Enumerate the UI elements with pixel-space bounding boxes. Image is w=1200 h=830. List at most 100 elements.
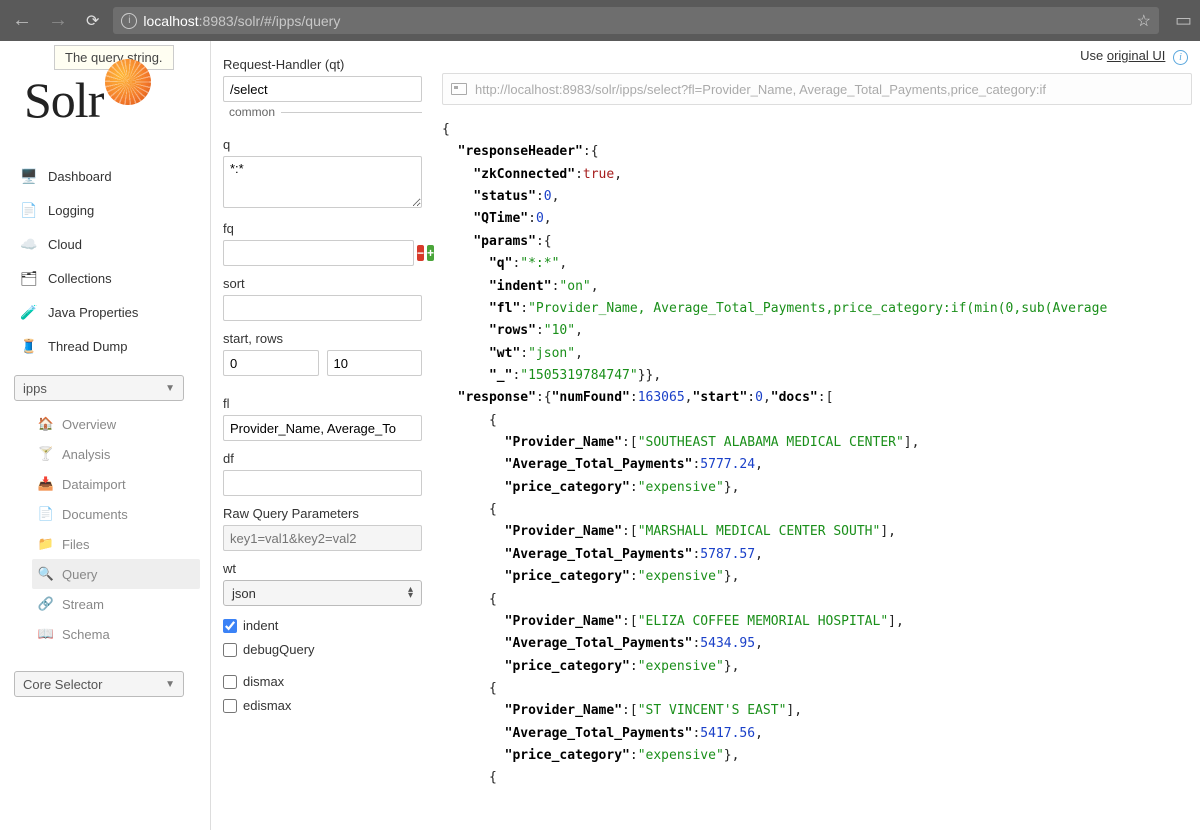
core-selector-dropdown[interactable]: Core Selector ▼ — [14, 671, 184, 697]
sidebar-item-label: Java Properties — [48, 305, 138, 320]
cloud-icon: ☁️ — [20, 235, 38, 253]
logging-icon: 📄 — [20, 201, 38, 219]
subnav-item-label: Schema — [62, 627, 110, 642]
java properties-icon: 🧪 — [20, 303, 38, 321]
q-input[interactable] — [223, 156, 422, 208]
subnav-item-schema[interactable]: 📖 Schema — [32, 619, 200, 649]
subnav-item-label: Files — [62, 537, 89, 552]
dismax-label: dismax — [243, 674, 284, 689]
solr-logo[interactable]: Solr — [24, 71, 200, 129]
df-input[interactable] — [223, 470, 422, 496]
edismax-checkbox-row[interactable]: edismax — [223, 698, 422, 713]
reload-button[interactable]: ⟳ — [80, 11, 105, 31]
core-selector-label: Core Selector — [23, 677, 102, 692]
sort-label: sort — [223, 276, 422, 291]
subnav-item-label: Stream — [62, 597, 104, 612]
fq-add-button[interactable]: + — [427, 245, 434, 261]
wt-select[interactable]: json ▴▾ — [223, 580, 422, 606]
result-url-text: http://localhost:8983/solr/ipps/select?f… — [475, 82, 1046, 97]
edismax-checkbox[interactable] — [223, 699, 237, 713]
sidebar-item-logging[interactable]: 📄 Logging — [14, 193, 200, 227]
subnav-item-files[interactable]: 📁 Files — [32, 529, 200, 559]
subnav-item-stream[interactable]: 🔗 Stream — [32, 589, 200, 619]
sidebar-item-label: Dashboard — [48, 169, 112, 184]
indent-checkbox-row[interactable]: indent — [223, 618, 422, 633]
chevron-updown-icon: ▴▾ — [408, 587, 413, 599]
site-info-icon[interactable]: i — [121, 13, 137, 29]
query-form-panel: Request-Handler (qt) common q fq − + sor… — [210, 41, 434, 830]
subnav-item-dataimport[interactable]: 📥 Dataimport — [32, 469, 200, 499]
json-response: { "responseHeader":{ "zkConnected":true,… — [442, 119, 1192, 790]
edismax-label: edismax — [243, 698, 291, 713]
cast-icon[interactable]: ▭ — [1175, 10, 1192, 31]
dismax-checkbox[interactable] — [223, 675, 237, 689]
wt-label: wt — [223, 561, 422, 576]
forward-button[interactable]: → — [44, 9, 72, 32]
fq-input[interactable] — [223, 240, 414, 266]
sidebar-item-label: Thread Dump — [48, 339, 127, 354]
url-path: /solr/#/ipps/query — [234, 13, 341, 29]
subnav-item-query[interactable]: 🔍Query — [32, 559, 200, 589]
core-dropdown[interactable]: ipps ▼ — [14, 375, 184, 401]
dismax-checkbox-row[interactable]: dismax — [223, 674, 422, 689]
sidebar-item-label: Collections — [48, 271, 112, 286]
subnav-item-documents[interactable]: 📄 Documents — [32, 499, 200, 529]
bookmark-star-icon[interactable]: ☆ — [1137, 11, 1151, 31]
analysis-icon: 🍸 — [38, 446, 54, 462]
subnav-item-label: Analysis — [62, 447, 110, 462]
subnav-item-overview[interactable]: 🏠Overview — [32, 409, 200, 439]
sidebar-item-label: Cloud — [48, 237, 82, 252]
debugquery-label: debugQuery — [243, 642, 315, 657]
wt-value: json — [232, 586, 256, 601]
files-icon: 📁 — [38, 536, 54, 552]
dataimport-icon: 📥 — [38, 476, 54, 492]
debugquery-checkbox[interactable] — [223, 643, 237, 657]
common-section-label: common — [223, 112, 422, 129]
indent-label: indent — [243, 618, 278, 633]
startrows-label: start, rows — [223, 331, 422, 346]
sidebar-item-java-properties[interactable]: 🧪 Java Properties — [14, 295, 200, 329]
logo-mark-icon — [105, 59, 151, 105]
df-label: df — [223, 451, 422, 466]
browser-chrome: ← → ⟳ i localhost:8983/solr/#/ipps/query… — [0, 0, 1200, 41]
subnav-item-label: Query — [62, 567, 97, 582]
q-label: q — [223, 137, 422, 152]
dashboard-icon: 🖥️ — [20, 167, 38, 185]
documents-icon: 📄 — [38, 506, 54, 522]
fl-label: fl — [223, 396, 422, 411]
indent-checkbox[interactable] — [223, 619, 237, 633]
rows-input[interactable] — [327, 350, 423, 376]
subnav-item-analysis[interactable]: 🍸 Analysis — [32, 439, 200, 469]
url-host: localhost — [143, 13, 198, 29]
sidebar: Solr 🖥️ Dashboard 📄 Logging ☁️ Cloud 🗂Collecti… — [0, 41, 210, 830]
result-url[interactable]: http://localhost:8983/solr/ipps/select?f… — [442, 73, 1192, 105]
sidebar-item-label: Logging — [48, 203, 94, 218]
link-icon — [451, 83, 467, 95]
debugquery-checkbox-row[interactable]: debugQuery — [223, 642, 422, 657]
sidebar-item-thread-dump[interactable]: 🧵 Thread Dump — [14, 329, 200, 363]
sidebar-item-cloud[interactable]: ☁️ Cloud — [14, 227, 200, 261]
raw-params-label: Raw Query Parameters — [223, 506, 422, 521]
start-input[interactable] — [223, 350, 319, 376]
raw-params-input[interactable] — [223, 525, 422, 551]
stream-icon: 🔗 — [38, 596, 54, 612]
fq-label: fq — [223, 221, 422, 236]
schema-icon: 📖 — [38, 626, 54, 642]
chevron-down-icon: ▼ — [165, 679, 175, 690]
thread dump-icon: 🧵 — [20, 337, 38, 355]
subnav-item-label: Dataimport — [62, 477, 126, 492]
logo-text: Solr — [24, 71, 103, 129]
subnav-item-label: Documents — [62, 507, 128, 522]
sidebar-item-collections[interactable]: 🗂Collections — [14, 261, 200, 295]
chevron-down-icon: ▼ — [165, 383, 175, 394]
core-dropdown-value: ipps — [23, 381, 47, 396]
back-button[interactable]: ← — [8, 9, 36, 32]
sort-input[interactable] — [223, 295, 422, 321]
qt-input[interactable] — [223, 76, 422, 102]
fq-remove-button[interactable]: − — [417, 245, 424, 261]
url-bar[interactable]: i localhost:8983/solr/#/ipps/query ☆ — [113, 7, 1159, 34]
url-port: :8983 — [199, 13, 234, 29]
sidebar-item-dashboard[interactable]: 🖥️ Dashboard — [14, 159, 200, 193]
fl-input[interactable] — [223, 415, 422, 441]
results-panel: http://localhost:8983/solr/ipps/select?f… — [434, 41, 1200, 830]
